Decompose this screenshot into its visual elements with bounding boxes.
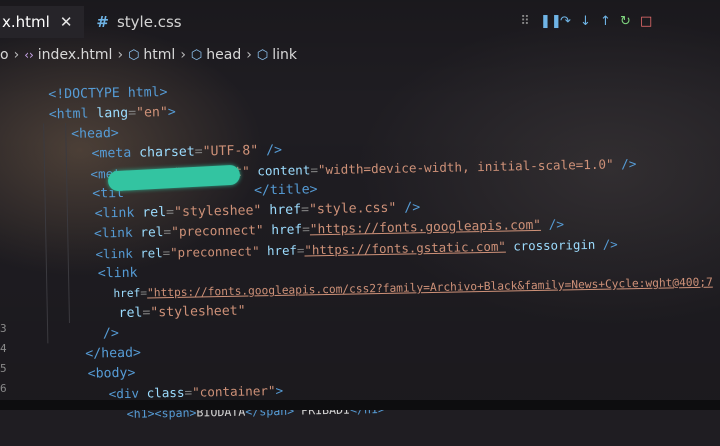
code-token: "en" [135,105,168,121]
element-icon: ⬡ [128,47,140,63]
code-line: rel="stylesheet" [86,282,245,321]
code-token: rel [118,305,143,322]
code-line: /> [71,304,119,341]
code-token: href [259,242,298,259]
close-icon[interactable]: ✕ [60,13,73,31]
code-token: "stylesheet" [150,303,246,321]
debug-toolbar: ⠿ ❚❚ ↷ ↓ ↑ ↻ □ [520,14,652,29]
code-token: "preconnect" [169,243,260,261]
code-line: <head> [39,104,119,142]
line-number: 4 [0,342,7,355]
line-number: 3 [0,322,7,335]
step-over-icon[interactable]: ↷ [560,14,571,29]
chevron-right-icon: › [117,47,124,63]
breadcrumb-item-index-html[interactable]: ‹› index.html [24,47,112,63]
code-line: <body> [55,344,136,382]
line-number: 5 [0,362,7,375]
restart-icon[interactable]: ↻ [620,14,631,29]
code-line: </head> [53,324,141,362]
step-into-icon[interactable]: ↓ [580,14,591,29]
step-out-icon[interactable]: ↑ [600,14,611,29]
breadcrumb-label: o [0,47,9,63]
code-token: /> [613,156,637,172]
code-token: /> [595,236,618,252]
tab-index-html[interactable]: x.html ✕ [0,6,85,38]
chevron-right-icon: › [13,47,20,63]
screen-bezel [0,400,720,410]
code-editor[interactable]: <!DOCTYPE html> <html lang="en"> <head> … [14,50,720,421]
code-token: = [142,305,151,321]
code-line: <link [65,244,138,282]
line-number: 6 [0,382,7,395]
code-token: > [167,104,176,121]
breadcrumb-label: index.html [37,47,113,63]
stop-icon[interactable]: □ [640,14,652,29]
css-file-icon: # [96,13,109,31]
code-token[interactable]: "https://fonts.gstatic.com" [304,239,506,258]
code-token: rel [140,245,163,261]
code-line: <html lang="en"> [16,83,176,122]
html-file-icon: ‹› [24,48,34,62]
tab-style-css[interactable]: # style.css [84,6,193,38]
tab-label: x.html [2,13,50,31]
tab-label: style.css [116,13,182,31]
line-number-gutter: 3 4 5 6 [0,68,16,410]
code-token: "width=device-width, initial-scale=1.0" [317,156,614,178]
pause-icon[interactable]: ❚❚ [540,14,562,29]
breadcrumb-item-root[interactable]: o [0,47,9,63]
code-token: crossorigin [505,236,596,254]
grip-icon[interactable]: ⠿ [520,14,530,29]
